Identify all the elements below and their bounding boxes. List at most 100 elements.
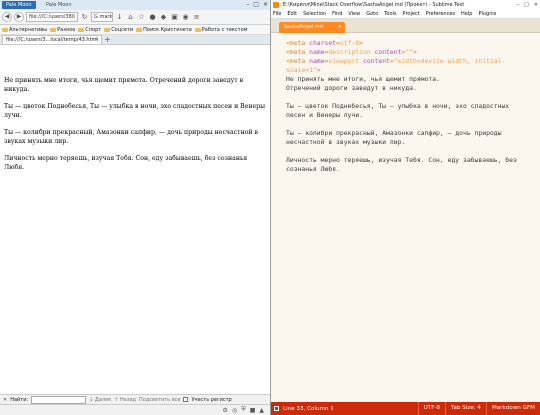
editor-tab[interactable]: SashaAngel.md ✕ [279,22,345,33]
close-tab-icon[interactable]: ✕ [338,22,342,33]
editor-statusbar: Line 33, Column 1 UTF-8 Tab Size: 4 Mark… [271,402,540,415]
pale-moon-window: Pale Moon Pale Moon – □ ✕ ◀ ▶ file:///C:… [0,0,270,415]
text-line: Личность мерно теряешь, изучая Тебя. Сон… [286,156,521,173]
text-line: Отречений дороги заведут в никуда. [286,84,417,92]
menu-plugins[interactable]: Plugins [478,10,496,18]
addon-status-icon[interactable]: ◎ [232,407,237,414]
menu-selection[interactable]: Selection [303,10,326,18]
editor-window-controls: – □ ✕ [517,0,538,10]
addon-icon[interactable]: ◉ [181,13,190,22]
download-icon[interactable]: ↓ [115,13,124,22]
browser-window-controls: – □ ✕ [246,1,268,8]
close-findbar-icon[interactable]: ✕ [3,397,7,403]
addon-icon[interactable]: ● [148,13,157,22]
addon-status-icon[interactable]: ⚙ [223,407,228,414]
panel-toggle-icon[interactable] [274,406,279,411]
cursor-position: Line 33, Column 1 [283,405,334,412]
search-value: mark [99,14,113,20]
menu-preferences[interactable]: Preferences [426,10,455,18]
paragraph: Ты — цветок Поднебесья, Ты — улыбка в но… [4,103,266,119]
bookmark-star-icon[interactable]: ☆ [137,13,146,22]
menu-edit[interactable]: Edit [287,10,297,18]
folder-icon [136,27,143,32]
find-prev-button[interactable]: ↑ Назад [114,397,136,403]
code-editor[interactable]: <meta charset=utf-8> <meta name=descript… [271,34,540,402]
syntax-indicator[interactable]: Markdown GFM [485,402,540,415]
text-line: Ты — колибри прекрасный, Амазонки сапфир… [286,129,506,146]
tab-size-indicator[interactable]: Tab Size: 4 [445,402,486,415]
navigation-toolbar: ◀ ▶ file:///C:/users/380 ↻ G mark ↓ ⌂ ☆ … [0,10,270,25]
encoding-indicator[interactable]: UTF-8 [417,402,445,415]
maximize-button[interactable]: □ [524,0,529,10]
addon-icon[interactable]: ◆ [159,13,168,22]
folder-icon [78,27,85,32]
text-line: Не принять мне итоги, чья щемит прямота. [286,75,440,83]
bookmark-folder[interactable]: Работа с текстом [194,27,247,33]
editor-titlebar: E:\Кирилл\Mine\Stack Overflow\SashaAngel… [271,0,540,10]
page-content: Не принять мне итоги, чья щемит прямота.… [0,47,270,395]
close-button[interactable]: ✕ [534,0,538,10]
menu-view[interactable]: View [348,10,360,18]
tab-title: file:///C:/users/3...local/temp/43.html [6,37,98,43]
shield-icon[interactable]: ⛨ [241,406,246,414]
find-input[interactable] [31,395,87,404]
menu-file[interactable]: File [273,10,281,18]
addon-status-icon[interactable]: ■ [250,407,256,414]
editor-menubar: File Edit Selection Find View Goto Tools… [271,10,540,19]
new-tab-button[interactable]: + [104,35,111,44]
minimize-button[interactable]: – [246,1,249,8]
paragraph: Ты — колибри прекрасный, Амазонки сапфир… [4,129,258,145]
bookmark-folder[interactable]: Поиск Кристинета [136,27,192,33]
close-button[interactable]: ✕ [263,1,268,8]
browser-tabstrip: file:///C:/users/3...local/temp/43.html ✕… [0,35,270,45]
bookmark-folder[interactable]: Соцсети [104,27,133,33]
code-line: <meta name=description content=""> [286,48,417,56]
find-bar: ✕ Найти: ↓ Далее ↑ Назад Подсветить все … [0,394,270,404]
addon-icon[interactable]: ▣ [170,13,179,22]
menu-help[interactable]: Help [461,10,472,18]
folder-icon [104,27,111,32]
match-case-label: Учесть регистр [191,396,232,403]
back-button[interactable]: ◀ [2,12,12,22]
editor-window-title: E:\Кирилл\Mine\Stack Overflow\SashaAngel… [283,2,465,8]
addon-status-icon[interactable]: ▲ [259,407,264,414]
text-line: Ты — цветок Поднебесья, Ты — улыбка в но… [286,102,514,119]
browser-window-title: Pale Moon [46,2,72,8]
minimize-button[interactable]: – [517,0,520,10]
reload-icon[interactable]: ↻ [80,13,89,22]
menu-icon[interactable]: ≡ [192,13,201,22]
browser-tab[interactable]: file:///C:/users/3...local/temp/43.html ✕ [2,35,102,44]
paragraph: Не принять мне итоги, чья щемит прямота.… [4,77,244,93]
maximize-button[interactable]: □ [253,1,259,8]
forward-button[interactable]: ▶ [14,12,24,22]
match-case-checkbox[interactable] [183,397,189,402]
editor-tabbar: SashaAngel.md ✕ [271,19,540,33]
bookmark-folder[interactable]: Разное [50,27,75,33]
bookmarks-toolbar: Альтернативы Разное Спорт Соцсети Поиск … [0,25,270,35]
folder-icon [194,27,201,32]
bookmark-folder[interactable]: Альтернативы [2,27,47,33]
sublime-text-window: E:\Кирилл\Mine\Stack Overflow\SashaAngel… [271,0,540,415]
find-next-button[interactable]: ↓ Далее [89,397,111,403]
highlight-all-button[interactable]: Подсветить все [139,397,180,403]
paragraph: Личность мерно теряешь, изучая Тебя. Сон… [4,155,248,171]
bookmark-folder[interactable]: Спорт [78,27,101,33]
menu-goto[interactable]: Goto [366,10,378,18]
home-icon[interactable]: ⌂ [126,13,135,22]
menu-find[interactable]: Find [332,10,342,18]
search-input[interactable]: G mark [91,12,113,22]
code-line: <meta charset=utf-8> [286,39,363,47]
sublime-logo-icon [273,2,279,8]
url-input[interactable]: file:///C:/users/380 [26,12,78,22]
folder-icon [2,27,8,32]
menu-tools[interactable]: Tools [384,10,396,18]
editor-tab-title: SashaAngel.md [284,24,323,30]
close-tab-icon[interactable]: ✕ [95,36,99,44]
find-label: Найти: [10,396,29,403]
menu-project[interactable]: Project [403,10,420,18]
browser-statusbar: ⚙ ◎ ⛨ ■ ▲ [0,404,270,415]
code-line: <meta name=viewport content="width=devic… [286,57,506,74]
folder-icon [50,27,57,32]
browser-titlebar: Pale Moon Pale Moon – □ ✕ [0,0,270,10]
pale-moon-menu-button[interactable]: Pale Moon [2,1,36,9]
